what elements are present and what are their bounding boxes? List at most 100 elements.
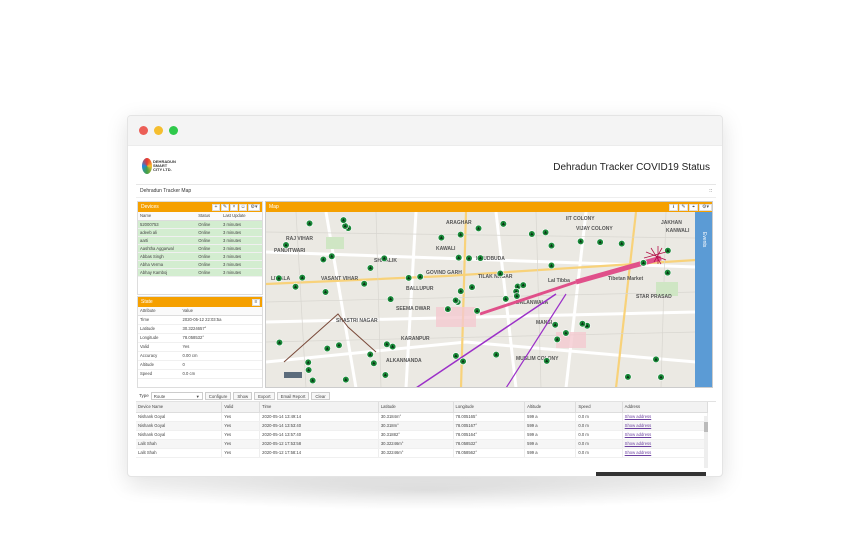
device-row[interactable]: Abhay Kamboj Online 3 minutes <box>138 268 262 277</box>
device-marker-icon[interactable] <box>366 350 374 359</box>
report-horizontal-scrollbar[interactable] <box>596 472 706 476</box>
device-marker-icon[interactable] <box>370 359 378 367</box>
device-marker-icon[interactable] <box>342 376 350 384</box>
report-row[interactable]: Nishank Goyal Yes 2020-05-14 13:53:40 30.31… <box>136 421 709 431</box>
device-marker-icon[interactable] <box>457 231 465 239</box>
device-marker-icon[interactable] <box>380 254 388 262</box>
col-status[interactable]: Status <box>196 212 221 221</box>
delete-icon[interactable]: × <box>230 203 238 211</box>
ruler-icon[interactable]: ✎ <box>679 203 688 211</box>
device-marker-icon[interactable] <box>473 307 481 315</box>
device-marker-icon[interactable] <box>319 255 327 264</box>
device-marker-icon[interactable] <box>304 358 312 366</box>
device-marker-icon[interactable] <box>335 341 343 349</box>
device-marker-icon[interactable] <box>547 241 556 250</box>
device-marker-icon[interactable] <box>366 264 375 272</box>
device-marker-icon[interactable] <box>513 292 521 300</box>
show-address-link[interactable]: Show address <box>622 448 709 458</box>
device-row[interactable]: Abbas Singh Online 3 minutes <box>138 252 262 261</box>
device-marker-icon[interactable] <box>624 373 632 381</box>
device-marker-icon[interactable] <box>275 338 284 347</box>
device-marker-icon[interactable] <box>502 295 510 303</box>
device-marker-icon[interactable] <box>496 269 504 278</box>
type-select[interactable]: Route ▼ <box>150 391 203 400</box>
report-row[interactable]: Lalit Shah Yes 2020-05-12 17:53:58 30.32246… <box>136 439 709 449</box>
device-marker-icon[interactable] <box>577 237 585 245</box>
device-row[interactable]: aarti Online 3 minutes <box>138 236 262 245</box>
device-marker-icon[interactable] <box>437 234 445 242</box>
device-marker-icon[interactable] <box>455 254 463 262</box>
device-marker-icon[interactable] <box>416 273 424 281</box>
show-button[interactable]: Show <box>233 391 253 400</box>
list-icon[interactable]: ≡ <box>252 298 260 306</box>
report-vertical-scrollbar[interactable] <box>704 416 708 468</box>
device-marker-icon[interactable] <box>541 228 550 237</box>
device-marker-icon[interactable] <box>547 261 556 270</box>
show-address-link[interactable]: Show address <box>622 430 709 440</box>
device-marker-icon[interactable] <box>452 296 460 304</box>
device-marker-icon[interactable] <box>457 287 465 295</box>
device-marker-icon[interactable] <box>553 335 561 344</box>
device-marker-icon[interactable] <box>387 295 395 303</box>
device-marker-icon[interactable] <box>639 259 648 267</box>
device-marker-icon[interactable] <box>381 371 389 379</box>
device-marker-icon[interactable] <box>618 239 626 248</box>
report-row[interactable]: Nishank Goyal Yes 2020-05-14 13:57:40 30.31… <box>136 430 709 440</box>
device-marker-icon[interactable] <box>305 219 314 228</box>
email-report-button[interactable]: Email Report <box>276 391 310 400</box>
device-marker-icon[interactable] <box>405 274 413 282</box>
device-marker-icon[interactable] <box>664 269 672 277</box>
device-marker-icon[interactable] <box>492 350 500 359</box>
device-marker-icon[interactable] <box>499 220 507 228</box>
minimize-dot[interactable] <box>154 126 163 135</box>
device-marker-icon[interactable] <box>321 288 330 296</box>
report-column-header[interactable]: Time <box>259 402 379 413</box>
device-marker-icon[interactable] <box>519 281 527 289</box>
download-icon[interactable]: ⭳ <box>669 203 678 211</box>
user-icon[interactable]: ☺ <box>239 203 247 211</box>
events-tab[interactable]: Events <box>695 212 712 387</box>
events-label[interactable]: Events <box>701 232 707 247</box>
device-marker-icon[interactable] <box>339 216 348 224</box>
device-row[interactable]: adeeb ali Online 3 minutes <box>138 228 262 237</box>
map-svg[interactable]: JAKHANRAJ VIHARLIWALAVASANT VIHARSHIVALI… <box>266 211 697 388</box>
device-marker-icon[interactable] <box>664 247 672 255</box>
report-column-header[interactable]: Altitude <box>524 402 577 413</box>
report-column-header[interactable]: Latitude <box>378 402 454 413</box>
configure-button[interactable]: Configure <box>204 391 232 400</box>
device-marker-icon[interactable] <box>444 305 452 313</box>
device-marker-icon[interactable] <box>528 230 536 238</box>
device-marker-icon[interactable] <box>452 352 460 360</box>
device-row[interactable]: 52000753 Online 3 minutes <box>138 220 262 229</box>
device-marker-icon[interactable] <box>652 355 660 363</box>
report-column-header[interactable]: Address <box>622 402 709 413</box>
device-marker-icon[interactable] <box>551 321 559 329</box>
device-row[interactable]: Aashtha Aggarwal Online 3 minutes <box>138 244 262 253</box>
locate-icon[interactable]: ⌖ <box>689 203 698 211</box>
device-marker-icon[interactable] <box>323 344 331 353</box>
report-row[interactable]: Nishank Goyal Yes 2020-05-14 13:49:14 30.31… <box>136 412 709 422</box>
device-marker-icon[interactable] <box>383 340 391 348</box>
expand-icon[interactable]: :: <box>709 188 712 194</box>
device-marker-icon[interactable] <box>282 241 290 249</box>
device-marker-icon[interactable] <box>657 373 665 381</box>
device-marker-icon[interactable] <box>543 357 551 365</box>
device-marker-icon[interactable] <box>298 274 306 282</box>
add-icon[interactable]: + <box>212 203 220 211</box>
show-address-link[interactable]: Show address <box>622 412 709 422</box>
clear-button[interactable]: Clear <box>311 391 330 400</box>
device-marker-icon[interactable] <box>328 252 336 260</box>
device-marker-icon[interactable] <box>465 254 473 262</box>
device-marker-icon[interactable] <box>468 283 476 291</box>
device-marker-icon[interactable] <box>305 366 313 374</box>
report-column-header[interactable]: Longitude <box>453 402 526 413</box>
device-marker-icon[interactable] <box>360 280 368 288</box>
report-row[interactable]: Lalit Shah Yes 2020-05-12 17:58:14 30.32246… <box>136 448 709 458</box>
maximize-dot[interactable] <box>169 126 178 135</box>
edit-icon[interactable]: ✎ <box>221 203 229 211</box>
col-last-update[interactable]: Last Update <box>221 212 262 221</box>
device-marker-icon[interactable] <box>596 238 604 246</box>
report-column-header[interactable]: Valid <box>221 402 261 413</box>
device-marker-icon[interactable] <box>275 274 283 282</box>
device-marker-icon[interactable] <box>459 357 467 365</box>
